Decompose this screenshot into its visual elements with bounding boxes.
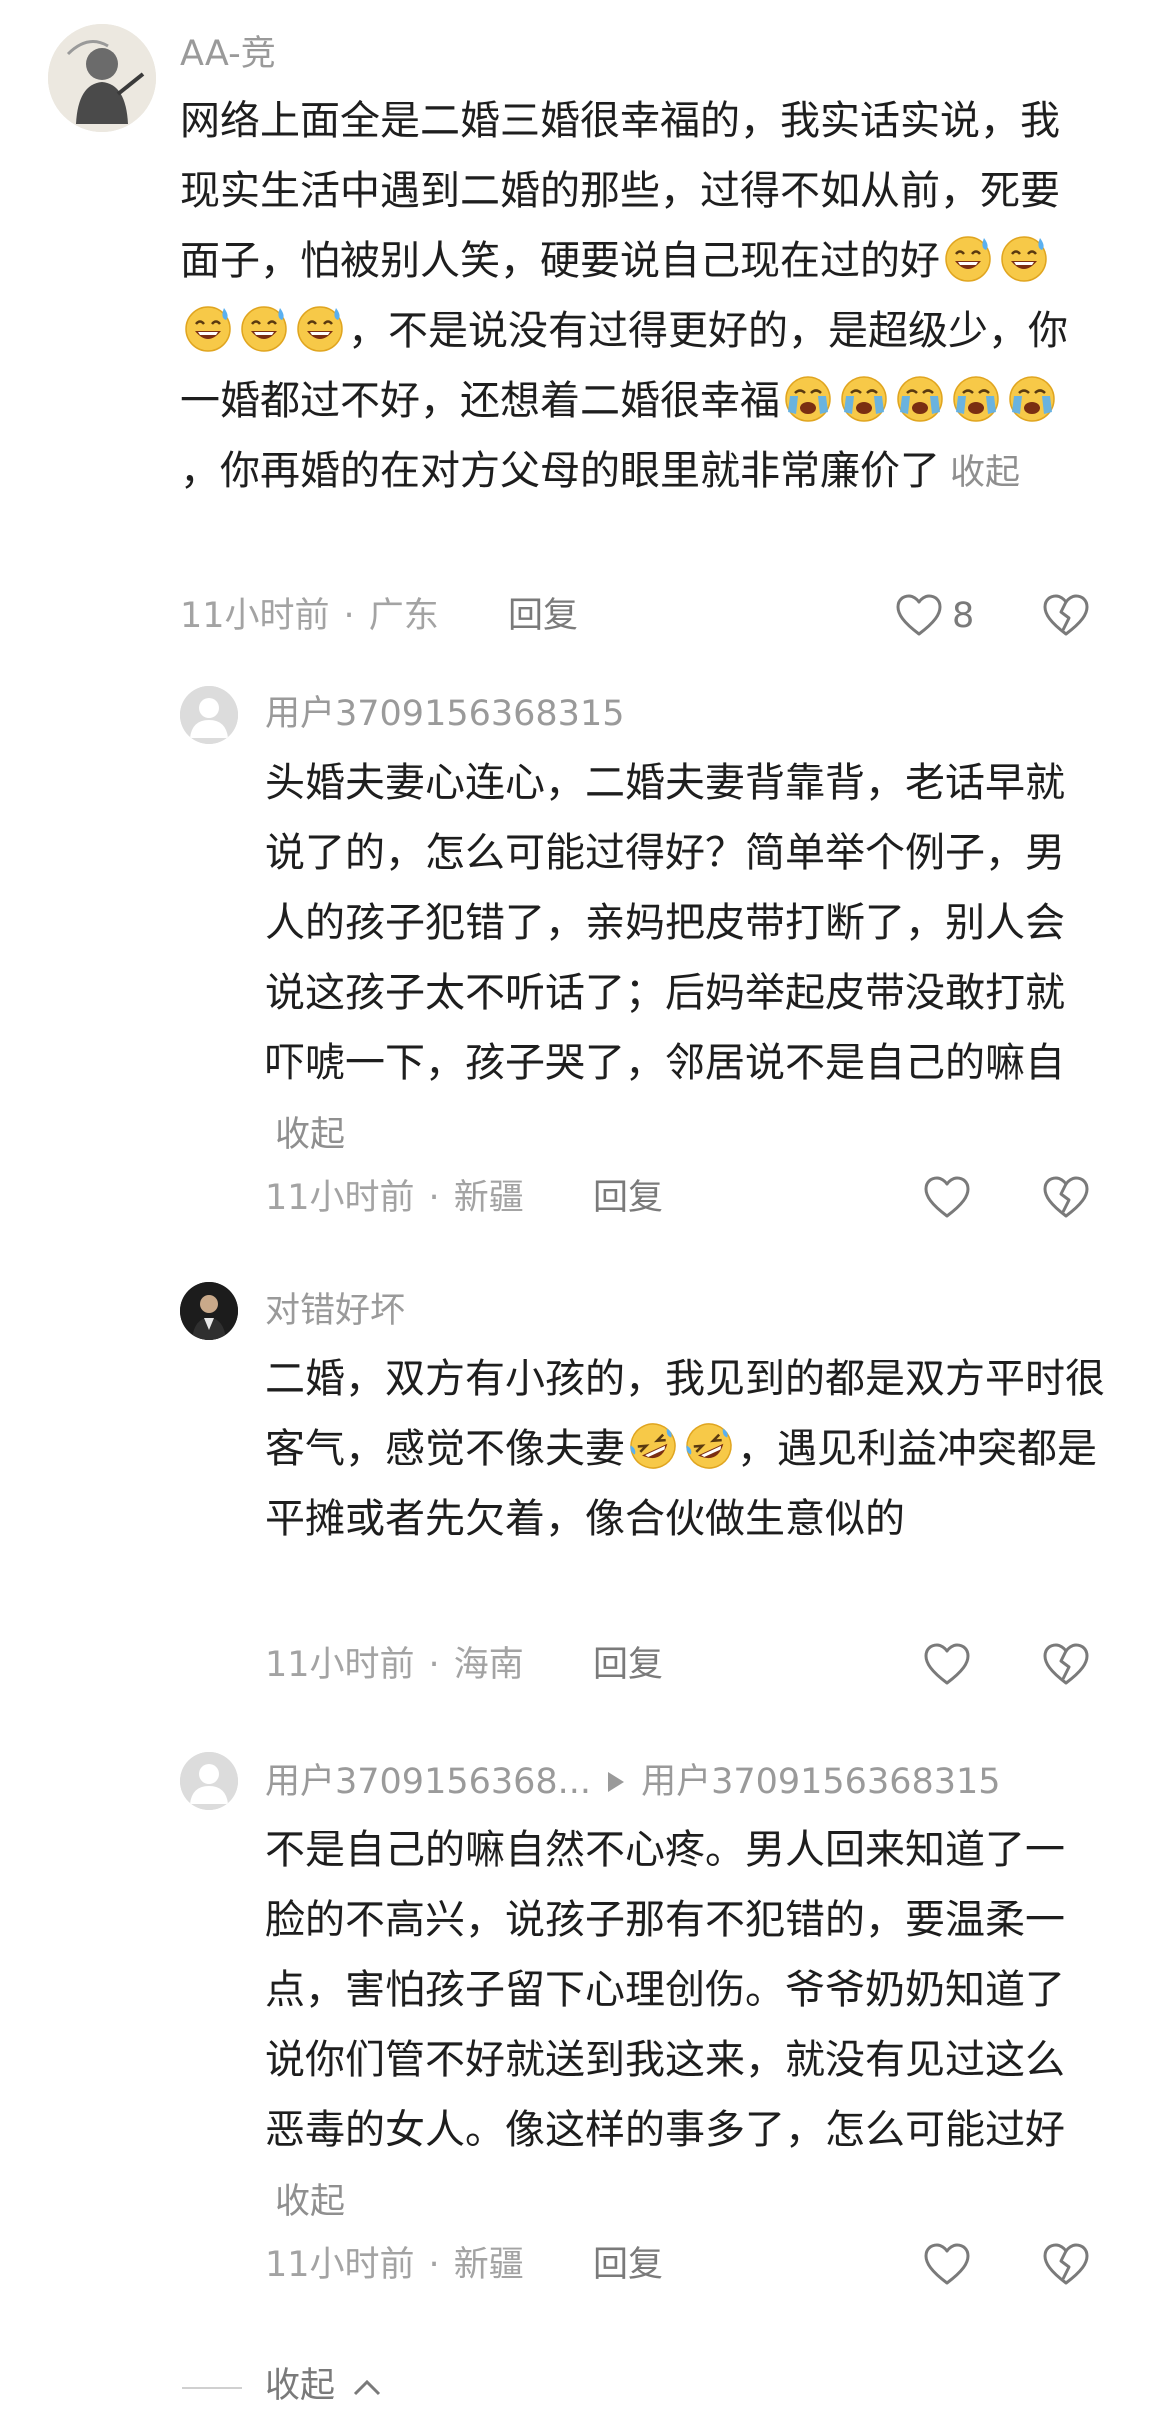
avatar[interactable] <box>180 1282 238 1340</box>
timestamp: 11小时前 <box>265 2245 415 2285</box>
sweat-smile-emoji <box>294 302 346 354</box>
heart-icon[interactable] <box>921 2239 973 2291</box>
timestamp: 11小时前 <box>265 1178 415 1218</box>
comment-text-part: ，你再婚的在对方父母的眼里就非常廉价了 <box>180 448 940 494</box>
reply-button[interactable]: 回复 <box>593 1176 663 1220</box>
location: 新疆 <box>453 1178 524 1218</box>
collapse-link[interactable]: 收起 <box>275 2182 345 2222</box>
avatar[interactable] <box>48 24 156 132</box>
reply-arrow-icon <box>605 1762 627 1792</box>
heart-icon[interactable] <box>921 1639 973 1691</box>
dislike-heart-icon[interactable] <box>1040 590 1092 642</box>
avatar[interactable] <box>180 1752 238 1810</box>
sweat-smile-emoji <box>238 302 290 354</box>
reply-header: 用户3709156368... 用户3709156368315 <box>265 1760 1001 1804</box>
timestamp: 11小时前 <box>265 1645 415 1685</box>
reply-to-username[interactable]: 用户3709156368315 <box>641 1762 1001 1802</box>
reply-button[interactable]: 回复 <box>593 2243 663 2287</box>
reply-button[interactable]: 回复 <box>593 1643 663 1687</box>
comment-text: 不是自己的嘛自然不心疼。男人回来知道了一脸的不高兴，说孩子那有不犯错的，要温柔一… <box>265 1815 1085 2237</box>
sweat-smile-emoji <box>998 232 1050 284</box>
comment-meta: 11小时前 · 新疆 <box>265 2243 524 2287</box>
location: 海南 <box>453 1645 524 1685</box>
heart-icon[interactable] <box>893 590 945 642</box>
separator-dot: · <box>343 596 355 636</box>
dislike-heart-icon[interactable] <box>1040 1172 1092 1224</box>
crying-emoji <box>894 372 946 424</box>
crying-emoji-group <box>780 376 1060 424</box>
dislike-heart-icon[interactable] <box>1040 1639 1092 1691</box>
username[interactable]: 用户3709156368315 <box>265 692 625 736</box>
comment-text: 二婚，双方有小孩的，我见到的都是双方平时很客气，感觉不像夫妻 ，遇见利益冲突都是平… <box>265 1344 1115 1554</box>
separator-dot: · <box>428 2245 440 2285</box>
username[interactable]: 用户3709156368... <box>265 1762 591 1802</box>
collapse-link[interactable]: 收起 <box>950 453 1020 493</box>
crying-emoji <box>950 372 1002 424</box>
location: 广东 <box>368 596 439 636</box>
sweat-smile-emoji <box>942 232 994 284</box>
separator-dot: · <box>428 1178 440 1218</box>
rolling-laugh-emoji-group <box>625 1423 737 1472</box>
comment-text: 网络上面全是二婚三婚很幸福的，我实话实说，我现实生活中遇到二婚的那些，过得不如从… <box>180 86 1090 508</box>
comment-meta: 11小时前 · 新疆 <box>265 1176 524 1220</box>
dislike-heart-icon[interactable] <box>1040 2239 1092 2291</box>
comment-thread: AA-竞 网络上面全是二婚三婚很幸福的，我实话实说，我现实生活中遇到二婚的那些，… <box>0 0 1152 2431</box>
username[interactable]: 对错好坏 <box>265 1289 405 1333</box>
comment-text: 头婚夫妻心连心，二婚夫妻背靠背，老话早就说了的，怎么可能过得好？简单举个例子，男… <box>265 748 1085 1170</box>
location: 新疆 <box>453 2245 524 2285</box>
rolling-laugh-emoji <box>683 1420 735 1472</box>
comment-text-part: 头婚夫妻心连心，二婚夫妻背靠背，老话早就说了的，怎么可能过得好？简单举个例子，男… <box>265 760 1065 1086</box>
comment-meta: 11小时前 · 海南 <box>265 1643 524 1687</box>
username[interactable]: AA-竞 <box>180 32 276 76</box>
crying-emoji <box>838 372 890 424</box>
heart-icon[interactable] <box>921 1172 973 1224</box>
collapse-link[interactable]: 收起 <box>275 1115 345 1155</box>
reply-button[interactable]: 回复 <box>508 594 578 638</box>
chevron-up-icon[interactable] <box>352 2376 382 2398</box>
divider <box>182 2387 242 2389</box>
timestamp: 11小时前 <box>180 596 330 636</box>
comment-text-part: 不是自己的嘛自然不心疼。男人回来知道了一脸的不高兴，说孩子那有不犯错的，要温柔一… <box>265 1827 1065 2153</box>
avatar[interactable] <box>180 686 238 744</box>
separator-dot: · <box>428 1645 440 1685</box>
comment-meta: 11小时前 · 广东 <box>180 594 439 638</box>
crying-emoji <box>1006 372 1058 424</box>
like-count: 8 <box>952 596 975 636</box>
comment-text-part: 网络上面全是二婚三婚很幸福的，我实话实说，我现实生活中遇到二婚的那些，过得不如从… <box>180 98 1060 284</box>
collapse-replies-button[interactable]: 收起 <box>265 2364 335 2408</box>
rolling-laugh-emoji <box>627 1420 679 1472</box>
sweat-smile-emoji <box>182 302 234 354</box>
crying-emoji <box>782 372 834 424</box>
